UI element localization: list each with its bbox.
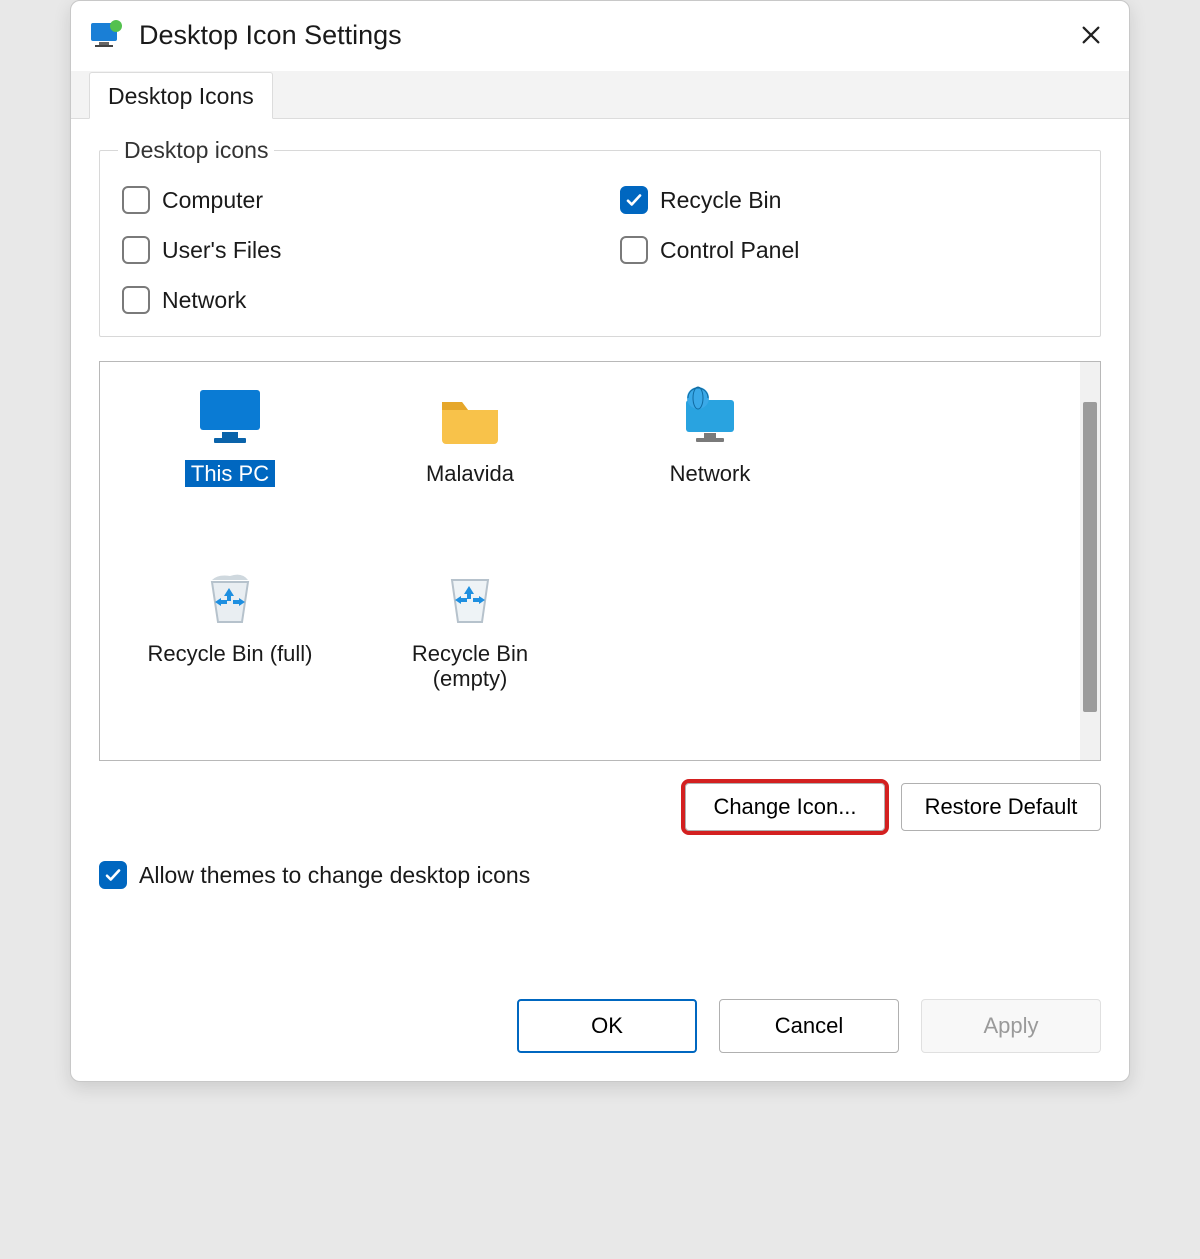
icon-label: Malavida [420,460,520,487]
allow-themes-check[interactable]: Allow themes to change desktop icons [99,861,1101,889]
ok-button[interactable]: OK [517,999,697,1053]
scrollbar[interactable] [1080,362,1100,760]
close-icon [1080,24,1102,46]
icon-label: Recycle Bin (full) [141,640,318,667]
apply-button: Apply [921,999,1101,1053]
icon-item-network[interactable]: Network [590,376,830,556]
change-icon-button[interactable]: Change Icon... [685,783,885,831]
check-label: Allow themes to change desktop icons [139,862,530,889]
checkbox-icon [620,186,648,214]
cancel-button[interactable]: Cancel [719,999,899,1053]
folder-icon [434,382,506,454]
check-network[interactable]: Network [122,286,580,314]
checkbox-icon [122,286,150,314]
scrollbar-thumb[interactable] [1083,402,1097,712]
tab-body: Desktop icons Computer Recycle Bin User'… [71,119,1129,899]
icon-preview-list: This PC Malavida [99,361,1101,761]
button-label: Cancel [775,1013,843,1038]
restore-default-button[interactable]: Restore Default [901,783,1101,831]
checkbox-icon [99,861,127,889]
tab-label: Desktop Icons [108,83,254,109]
icon-label: Network [664,460,757,487]
tabstrip: Desktop Icons [71,71,1129,119]
button-label: Restore Default [925,794,1078,819]
check-computer[interactable]: Computer [122,186,580,214]
group-legend: Desktop icons [118,137,274,164]
icon-item-this-pc[interactable]: This PC [110,376,350,556]
checkbox-icon [122,236,150,264]
icon-label: Recycle Bin (empty) [375,640,565,693]
button-label: Apply [983,1013,1038,1038]
close-button[interactable] [1071,15,1111,55]
display-settings-icon [89,17,125,53]
check-recycle-bin[interactable]: Recycle Bin [620,186,1078,214]
monitor-icon [194,382,266,454]
titlebar: Desktop Icon Settings [71,1,1129,65]
icon-label: This PC [185,460,275,487]
tab-desktop-icons[interactable]: Desktop Icons [89,72,273,119]
check-label: Computer [162,187,263,214]
icon-item-recycle-empty[interactable]: Recycle Bin (empty) [350,556,590,736]
button-label: OK [591,1013,623,1038]
window-title: Desktop Icon Settings [139,20,1071,51]
check-control-panel[interactable]: Control Panel [620,236,1078,264]
checkbox-icon [620,236,648,264]
icon-item-malavida[interactable]: Malavida [350,376,590,556]
network-icon [674,382,746,454]
check-label: Control Panel [660,237,799,264]
check-label: Network [162,287,246,314]
checkbox-icon [122,186,150,214]
desktop-icons-group: Desktop icons Computer Recycle Bin User'… [99,137,1101,337]
recycle-full-icon [194,562,266,634]
button-label: Change Icon... [713,794,856,819]
check-label: Recycle Bin [660,187,781,214]
check-label: User's Files [162,237,281,264]
icon-item-recycle-full[interactable]: Recycle Bin (full) [110,556,350,736]
recycle-empty-icon [434,562,506,634]
check-users-files[interactable]: User's Files [122,236,580,264]
desktop-icon-settings-dialog: Desktop Icon Settings Desktop Icons Desk… [70,0,1130,1082]
dialog-button-row: OK Cancel Apply [71,899,1129,1081]
